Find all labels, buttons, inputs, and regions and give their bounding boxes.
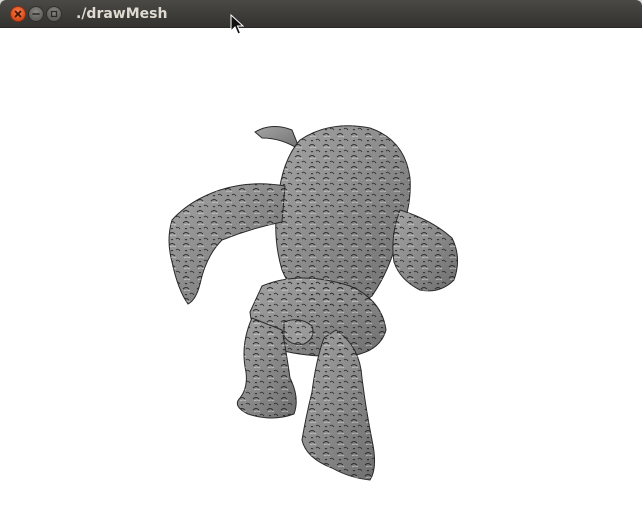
maximize-icon [50, 10, 58, 18]
minimize-icon [32, 13, 40, 15]
title-bar[interactable]: ./drawMesh [0, 0, 642, 28]
app-window: ./drawMesh [0, 0, 642, 509]
close-button[interactable] [10, 6, 26, 22]
armadillo-mesh [168, 125, 458, 481]
minimize-button[interactable] [28, 6, 44, 22]
render-canvas[interactable] [0, 28, 642, 509]
window-title: ./drawMesh [76, 6, 168, 22]
mesh-body [168, 125, 458, 481]
close-icon [14, 10, 22, 18]
maximize-button[interactable] [46, 6, 62, 22]
mouse-cursor-icon [230, 14, 244, 35]
